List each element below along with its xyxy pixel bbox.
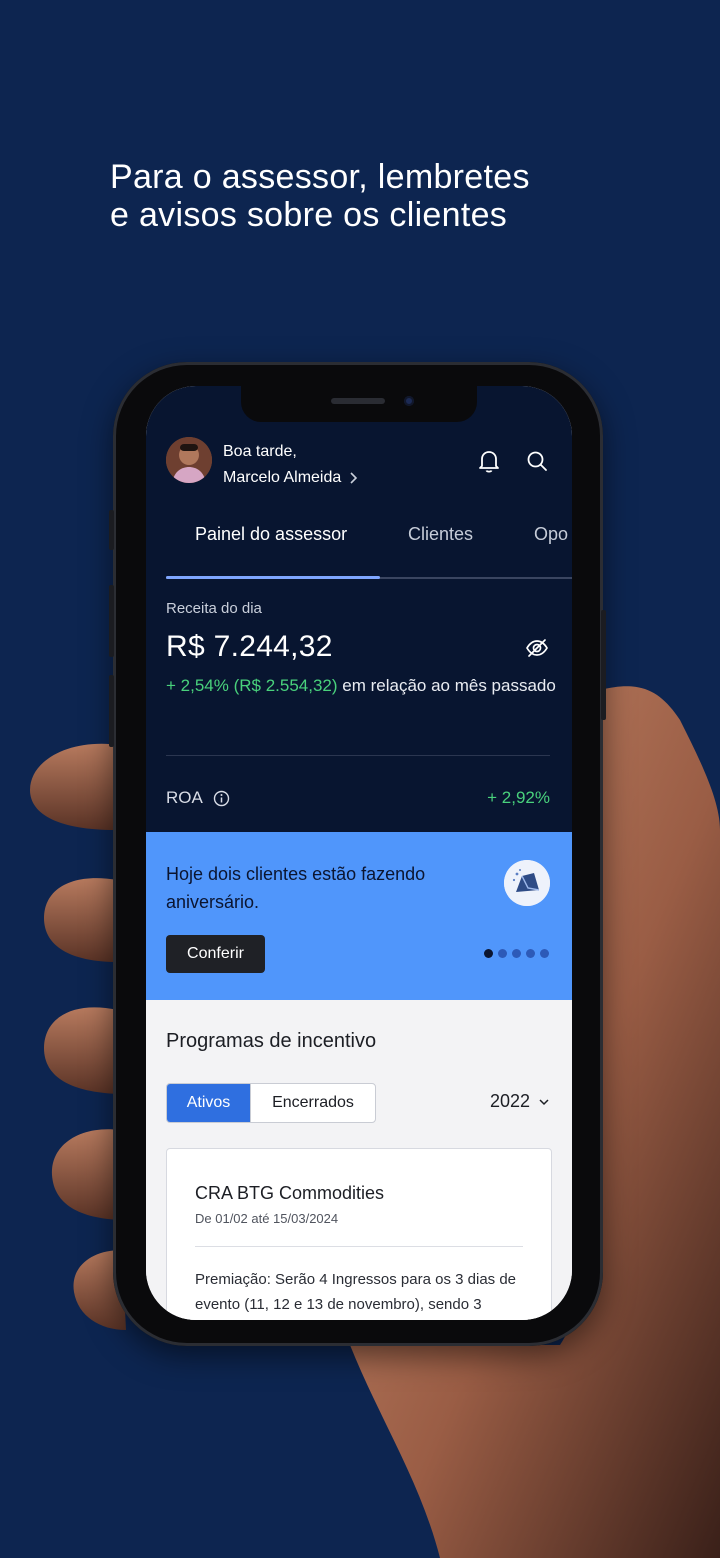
year-select[interactable]: 2022 [490,1091,550,1112]
pagination-dot[interactable] [498,949,507,958]
revenue-change-positive: + 2,54% (R$ 2.554,32) [166,676,338,695]
chevron-right-icon [350,472,358,484]
pagination-dot[interactable] [526,949,535,958]
birthday-banner: Hoje dois clientes estão fazendo anivers… [146,832,572,1000]
bell-icon[interactable] [476,448,502,474]
info-icon[interactable] [213,790,230,807]
search-icon[interactable] [524,448,550,474]
banner-text: Hoje dois clientes estão fazendo anivers… [166,864,426,912]
card-date: De 01/02 até 15/03/2024 [195,1211,339,1226]
section-title: Programas de incentivo [166,1030,377,1052]
tab-bar: Painel do assessor Clientes Opo [146,522,572,580]
phone-volume-down [109,675,114,747]
revenue-label: Receita do dia [166,600,262,617]
phone-side-button [109,510,114,550]
incentive-card[interactable]: CRA BTG Commodities De 01/02 até 15/03/2… [166,1148,552,1320]
user-name: Marcelo Almeida [223,469,342,486]
segment-encerrados[interactable]: Encerrados [250,1084,375,1122]
roa-value: + 2,92% [487,788,550,807]
tab-oportunidades[interactable]: Opo [534,524,568,545]
tab-clientes[interactable]: Clientes [408,524,473,545]
revenue-value: R$ 7.244,32 [166,630,333,663]
revenue-change: + 2,54% (R$ 2.554,32) em relação ao mês … [166,672,556,700]
chevron-down-icon [539,1098,549,1105]
phone-power-button [601,610,606,720]
pagination-dot[interactable] [540,949,549,958]
greeting-text: Boa tarde, [223,443,297,460]
dashboard-header-panel: Boa tarde, Marcelo Almeida Painel do ass… [146,386,572,832]
status-segmented-control: Ativos Encerrados [166,1083,376,1123]
tab-painel-do-assessor[interactable]: Painel do assessor [195,524,347,545]
conferir-button[interactable]: Conferir [166,935,265,973]
phone-volume-up [109,585,114,657]
year-value: 2022 [489,1091,530,1111]
banner-illustration-icon [504,860,550,906]
segment-ativos[interactable]: Ativos [167,1084,250,1122]
tab-active-indicator [166,576,380,579]
front-camera [404,396,414,406]
pagination-dot[interactable] [484,949,493,958]
revenue-change-suffix: em relação ao mês passado [337,676,556,695]
avatar[interactable] [166,437,212,483]
eye-off-icon[interactable] [524,635,550,661]
phone-notch [241,386,477,422]
carousel-pagination [484,949,549,958]
roa-label: ROA [166,788,203,807]
card-body: Premiação: Serão 4 Ingressos para os 3 d… [195,1271,517,1313]
card-divider [195,1246,523,1247]
greeting-block[interactable]: Boa tarde, Marcelo Almeida [223,439,359,491]
incentives-section: Programas de incentivo Ativos Encerrados… [146,1000,572,1320]
pagination-dot[interactable] [512,949,521,958]
roa-row: ROA [166,788,230,808]
phone-screen: Boa tarde, Marcelo Almeida Painel do ass… [146,386,572,1320]
card-title: CRA BTG Commodities [195,1183,385,1203]
avatar-photo-icon [166,437,212,483]
speaker-grille [331,398,385,404]
divider [166,755,550,756]
